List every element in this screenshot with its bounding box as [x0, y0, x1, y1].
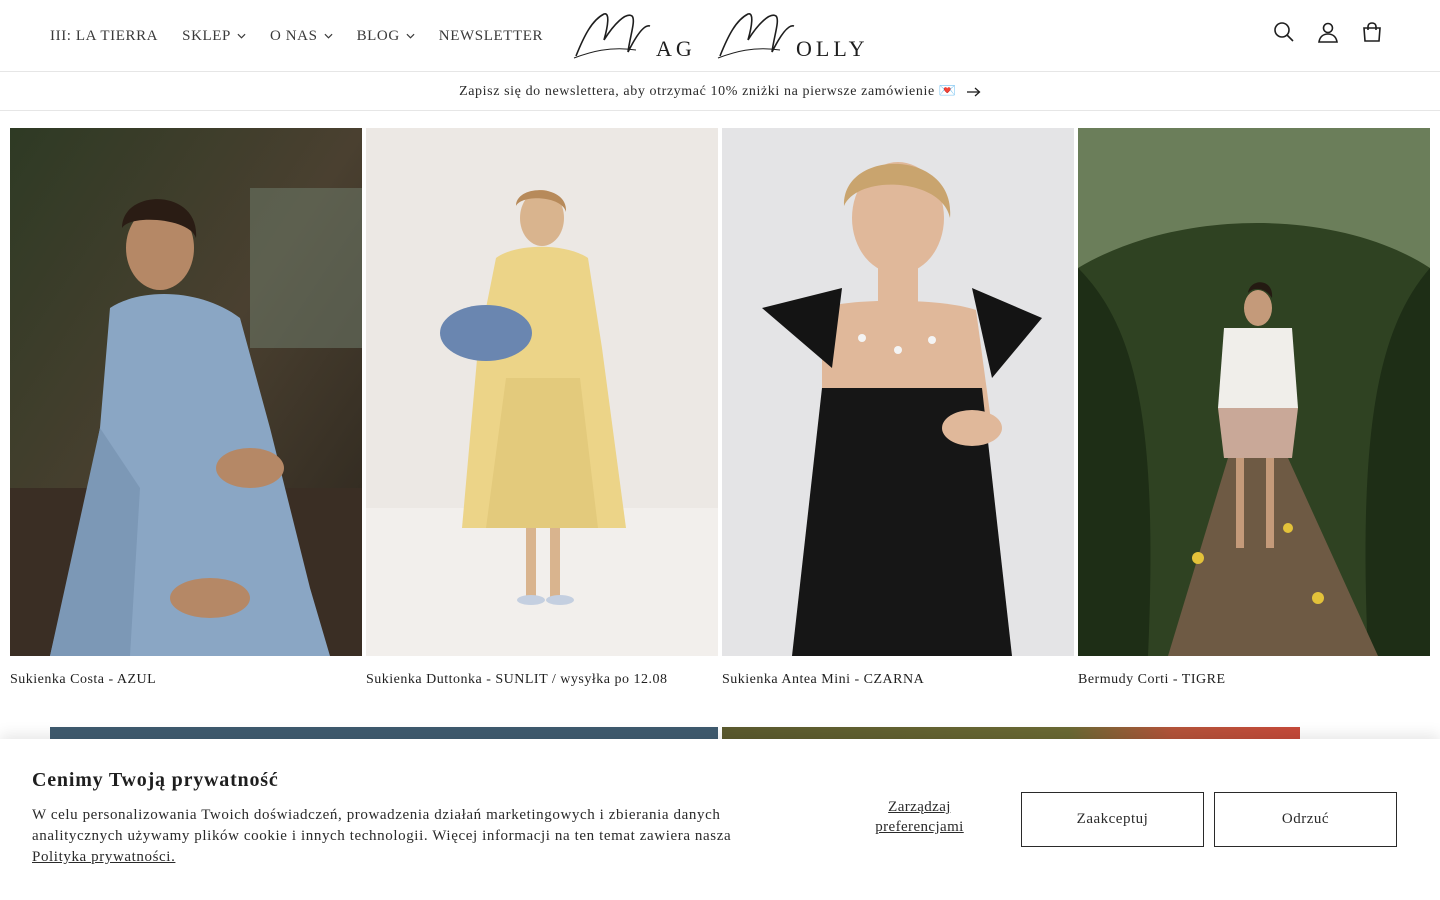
reject-cookies-button[interactable]: Odrzuć — [1214, 792, 1397, 847]
product-image[interactable] — [1078, 128, 1430, 656]
announcement-bar[interactable]: Zapisz się do newslettera, aby otrzymać … — [0, 73, 1440, 111]
accept-cookies-button[interactable]: Zaakceptuj — [1021, 792, 1204, 847]
cart-icon[interactable] — [1360, 20, 1384, 44]
site-header: III: LA TIERRA SKLEP O NAS BLOG NEWSLETT… — [0, 0, 1440, 72]
chevron-down-icon — [237, 33, 246, 39]
product-image[interactable] — [10, 128, 362, 656]
nav-item-la-tierra[interactable]: III: LA TIERRA — [50, 21, 158, 51]
nav-item-o-nas[interactable]: O NAS — [270, 21, 333, 51]
header-icons — [1272, 20, 1384, 44]
nav-label: NEWSLETTER — [438, 27, 544, 44]
nav-label: BLOG — [356, 27, 400, 44]
logo-mark: AG OLLY — [573, 13, 868, 61]
svg-text:OLLY: OLLY — [796, 36, 868, 61]
svg-text:AG: AG — [656, 36, 696, 61]
search-icon[interactable] — [1272, 20, 1296, 44]
product-card[interactable]: Sukienka Costa - AZUL — [10, 128, 362, 688]
product-image[interactable] — [722, 128, 1074, 656]
chevron-down-icon — [324, 33, 333, 39]
product-card[interactable]: Bermudy Corti - TIGRE — [1078, 128, 1430, 688]
cookie-banner: Cenimy Twoją prywatność W celu personali… — [0, 739, 1440, 900]
nav-item-sklep[interactable]: SKLEP — [182, 21, 246, 51]
manage-preferences-link[interactable]: Zarządzaj preferencjami — [862, 797, 977, 837]
account-icon[interactable] — [1316, 20, 1340, 44]
brand-logo[interactable]: AG OLLY — [570, 6, 870, 64]
cookie-title: Cenimy Twoją prywatność — [32, 769, 279, 791]
product-grid: Sukienka Costa - AZUL Sukienka Duttonka … — [10, 128, 1430, 688]
product-card[interactable]: Sukienka Duttonka - SUNLIT / wysyłka po … — [366, 128, 718, 688]
privacy-policy-link[interactable]: Polityka prywatności. — [32, 849, 175, 865]
cookie-description: W celu personalizowania Twoich doświadcz… — [32, 805, 767, 868]
main-nav: III: LA TIERRA SKLEP O NAS BLOG NEWSLETT… — [50, 0, 567, 72]
announcement-text: Zapisz się do newslettera, aby otrzymać … — [459, 84, 957, 99]
nav-label: SKLEP — [182, 27, 231, 44]
nav-label: III: LA TIERRA — [50, 27, 159, 44]
product-title[interactable]: Sukienka Costa - AZUL — [10, 672, 362, 688]
arrow-right-icon — [966, 87, 981, 96]
product-title[interactable]: Sukienka Antea Mini - CZARNA — [722, 672, 1074, 688]
nav-item-newsletter[interactable]: NEWSLETTER — [439, 21, 543, 51]
nav-item-blog[interactable]: BLOG — [357, 21, 415, 51]
product-image[interactable] — [366, 128, 718, 656]
product-card[interactable]: Sukienka Antea Mini - CZARNA — [722, 128, 1074, 688]
product-title[interactable]: Sukienka Duttonka - SUNLIT / wysyłka po … — [366, 672, 718, 688]
chevron-down-icon — [406, 33, 415, 39]
product-title[interactable]: Bermudy Corti - TIGRE — [1078, 672, 1430, 688]
cookie-description-text: W celu personalizowania Twoich doświadcz… — [32, 807, 732, 844]
nav-label: O NAS — [269, 27, 318, 44]
